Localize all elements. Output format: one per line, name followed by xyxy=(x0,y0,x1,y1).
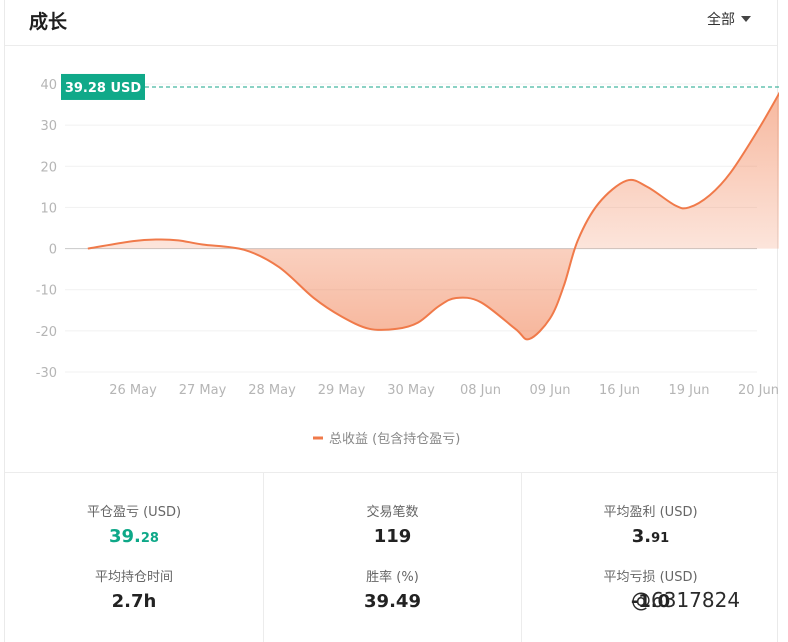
y-tick-label: 30 xyxy=(40,119,57,134)
current-value-label: 39.28 USD xyxy=(65,81,142,96)
stats-column-3: 平均盈利 (USD) 3.91 平均亏损 (USD) -1.0 xyxy=(521,473,779,642)
stat-value: 2.7h xyxy=(111,591,157,612)
x-tick-label: 08 Jun xyxy=(460,383,501,398)
y-tick-label: 0 xyxy=(49,243,57,258)
stat-label: 平均亏损 (USD) xyxy=(603,570,698,585)
stat-value-dec: 28 xyxy=(140,531,159,546)
stat-avg-hold-time: 平均持仓时间 2.7h xyxy=(5,566,263,612)
stat-value: 3.91 xyxy=(522,526,779,547)
x-tick-label: 19 Jun xyxy=(669,383,710,398)
stat-label: 平仓盈亏 (USD) xyxy=(86,505,182,520)
y-tick-label: 20 xyxy=(40,160,57,175)
x-tick-label: 27 May xyxy=(179,383,227,398)
stats-column-1: 平仓盈亏 (USD) 39.28 平均持仓时间 2.7h xyxy=(5,473,263,642)
stat-label: 交易笔数 xyxy=(366,505,419,520)
x-tick-label: 16 Jun xyxy=(599,383,640,398)
stat-closed-pnl: 平仓盈亏 (USD) 39.28 xyxy=(5,501,263,547)
stat-trade-count: 交易笔数 119 xyxy=(264,501,521,547)
y-tick-label: 40 xyxy=(40,78,57,93)
y-tick-label: -20 xyxy=(36,325,57,340)
stat-label: 平均持仓时间 xyxy=(94,570,173,585)
y-tick-label: -10 xyxy=(36,284,57,299)
x-tick-label: 26 May xyxy=(109,383,157,398)
stats-column-2: 交易笔数 119 胜率 (%) 39.49 xyxy=(263,473,521,642)
stat-value-int: 3. xyxy=(631,526,652,547)
stat-value: 119 xyxy=(373,526,412,547)
x-tick-label: 09 Jun xyxy=(530,383,571,398)
x-tick-label: 28 May xyxy=(248,383,296,398)
stat-value: 39.49 xyxy=(364,591,421,612)
stat-win-rate: 胜率 (%) 39.49 xyxy=(264,566,521,612)
growth-chart: 40 30 20 10 0 -10 -20 -30 26 May 27 May 28 May 29 M… xyxy=(36,73,779,447)
y-tick-label: -30 xyxy=(36,366,57,381)
x-tick-label: 30 May xyxy=(387,383,435,398)
legend-label[interactable]: 总收益 (包含持仓盈亏) xyxy=(329,431,460,447)
stat-label: 平均盈利 (USD) xyxy=(603,505,698,520)
stat-value: 39.28 xyxy=(5,526,263,547)
stat-value-int: 39. xyxy=(109,526,141,547)
growth-card: 成长 全部 40 30 20 10 0 -10 -20 -30 26 May 27 May 28 M… xyxy=(4,0,779,642)
y-tick-label: 10 xyxy=(40,201,57,216)
stat-value-dec: 91 xyxy=(651,531,670,546)
watermark: @6317824 xyxy=(631,588,741,612)
stat-label: 胜率 (%) xyxy=(366,570,419,585)
stat-avg-profit: 平均盈利 (USD) 3.91 xyxy=(522,501,779,547)
x-tick-label: 29 May xyxy=(318,383,366,398)
x-tick-label: 20 Jun xyxy=(738,383,779,398)
stats-panel: 平仓盈亏 (USD) 39.28 平均持仓时间 2.7h 交易笔数 119 胜率… xyxy=(5,472,777,642)
